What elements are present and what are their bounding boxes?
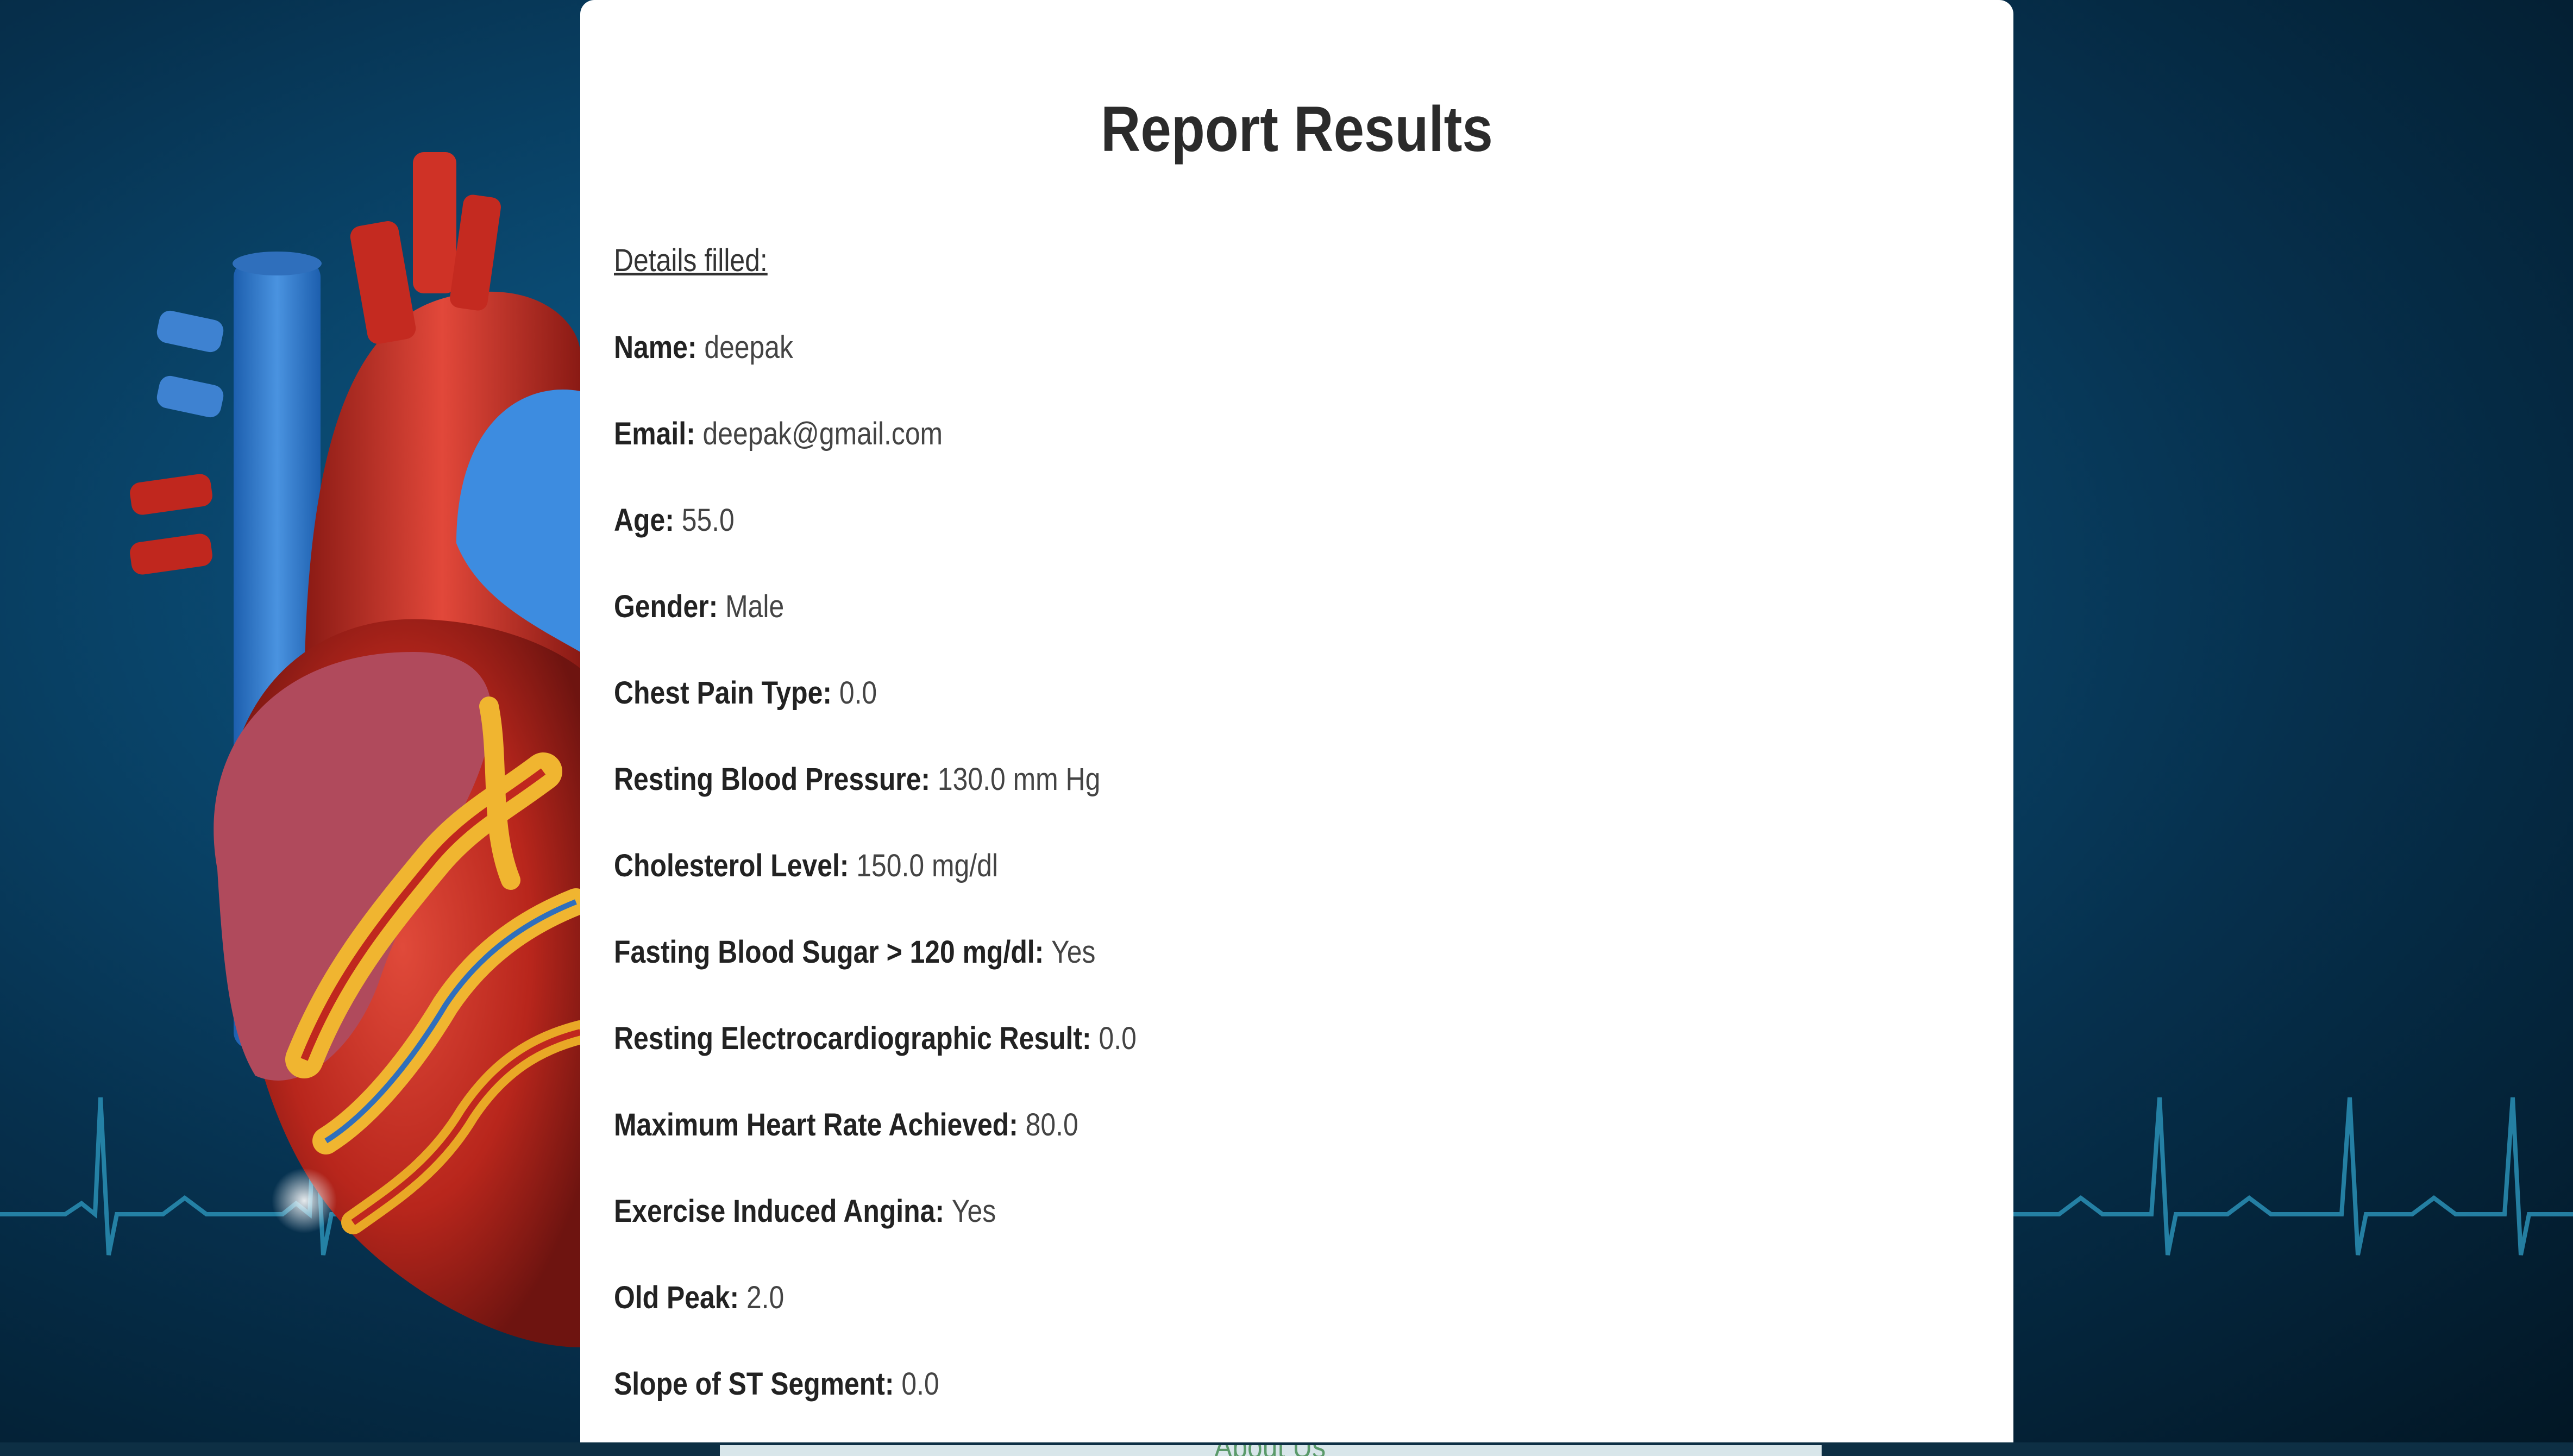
field-label: Resting Blood Pressure: (614, 762, 938, 797)
field-row-resting-ecg: Resting Electrocardiographic Result: 0.0 (614, 1020, 1137, 1057)
field-label: Cholesterol Level: (614, 848, 857, 883)
field-label: Resting Electrocardiographic Result: (614, 1021, 1099, 1056)
field-value: deepak (704, 330, 793, 365)
field-row-name: Name: deepak (614, 329, 793, 366)
field-label: Email: (614, 416, 703, 451)
field-label: Slope of ST Segment: (614, 1366, 902, 1402)
field-label: Age: (614, 503, 682, 538)
field-row-chest-pain-type: Chest Pain Type: 0.0 (614, 675, 877, 711)
field-label: Fasting Blood Sugar > 120 mg/dl: (614, 934, 1052, 970)
field-label: Name: (614, 330, 705, 365)
field-row-age: Age: 55.0 (614, 502, 735, 538)
field-value: Male (725, 589, 785, 624)
field-row-fasting-blood-sugar: Fasting Blood Sugar > 120 mg/dl: Yes (614, 934, 1095, 970)
field-value: 2.0 (746, 1280, 785, 1315)
field-row-max-heart-rate: Maximum Heart Rate Achieved: 80.0 (614, 1107, 1078, 1143)
details-subheading: Details filled: (614, 243, 768, 278)
about-us-link[interactable]: About Us (1214, 1445, 1326, 1456)
field-value: 130.0 mm Hg (937, 762, 1101, 797)
field-label: Exercise Induced Angina: (614, 1194, 952, 1229)
field-value: 80.0 (1025, 1107, 1078, 1143)
field-row-email: Email: deepak@gmail.com (614, 416, 943, 452)
field-label: Gender: (614, 589, 726, 624)
field-value: Yes (951, 1194, 996, 1229)
field-row-exercise-induced-angina: Exercise Induced Angina: Yes (614, 1193, 996, 1229)
field-value: 150.0 mg/dl (856, 848, 998, 883)
field-row-old-peak: Old Peak: 2.0 (614, 1279, 784, 1316)
field-value: deepak@gmail.com (702, 416, 943, 451)
field-label: Chest Pain Type: (614, 675, 839, 711)
field-row-resting-blood-pressure: Resting Blood Pressure: 130.0 mm Hg (614, 761, 1100, 798)
report-card: Report Results Details filled: Name: dee… (580, 0, 2013, 1442)
field-value: Yes (1051, 934, 1096, 970)
page-title: Report Results (1101, 93, 1493, 165)
field-label: Old Peak: (614, 1280, 746, 1315)
field-label: Maximum Heart Rate Achieved: (614, 1107, 1026, 1143)
field-value: 0.0 (839, 675, 877, 711)
ecg-line-right (2013, 1097, 2573, 1256)
field-row-cholesterol-level: Cholesterol Level: 150.0 mg/dl (614, 848, 998, 884)
field-value: 0.0 (1099, 1021, 1137, 1056)
field-row-gender: Gender: Male (614, 588, 784, 625)
field-value: 55.0 (681, 503, 735, 538)
footer-nav: About Us (720, 1445, 1822, 1456)
field-row-slope-st-segment: Slope of ST Segment: 0.0 (614, 1366, 939, 1402)
field-value: 0.0 (901, 1366, 939, 1402)
